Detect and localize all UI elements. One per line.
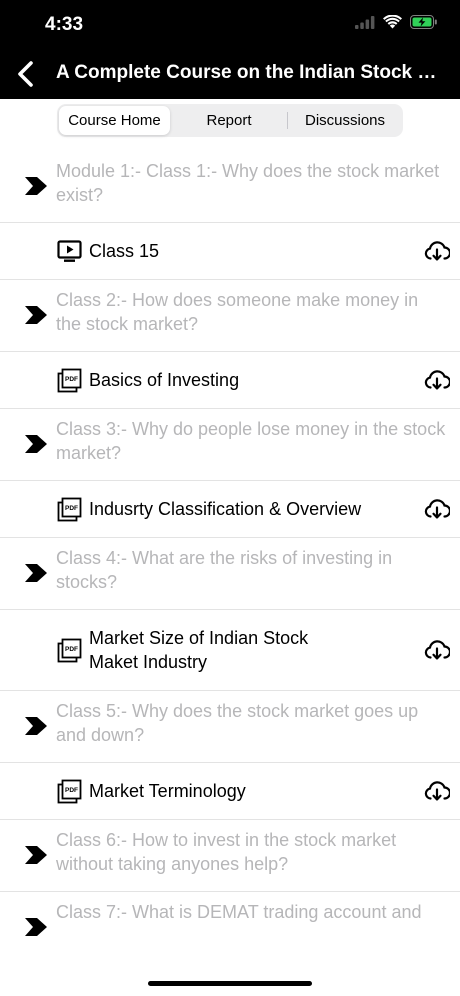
pdf-icon: PDF — [57, 779, 82, 803]
chevron-arrow-icon — [25, 846, 47, 864]
chevron-arrow-icon — [25, 564, 47, 582]
chevron-arrow-icon — [25, 306, 47, 324]
page-title: A Complete Course on the Indian Stock M.… — [56, 62, 446, 83]
svg-text:PDF: PDF — [65, 787, 78, 794]
battery-charging-icon — [410, 15, 437, 29]
lesson-item[interactable]: Class 15 — [0, 223, 460, 280]
download-cloud-icon[interactable] — [424, 780, 450, 802]
svg-text:PDF: PDF — [65, 646, 78, 653]
lesson-item[interactable]: PDF Indusrty Classification & Overview — [0, 481, 460, 538]
lesson-title: Market Size of Indian Stock Maket Indust… — [89, 628, 309, 672]
module-header[interactable]: Class 5:- Why does the stock market goes… — [0, 691, 460, 763]
module-title: Class 5:- Why does the stock market goes… — [56, 701, 419, 745]
lesson-item[interactable]: PDF Market Terminology — [0, 763, 460, 820]
svg-text:PDF: PDF — [65, 505, 78, 512]
chevron-arrow-icon — [25, 717, 47, 735]
tab-course-home[interactable]: Course Home — [59, 106, 170, 135]
segmented-control: Course Home Report Discussions — [57, 104, 403, 137]
module-header[interactable]: Class 2:- How does someone make money in… — [0, 280, 460, 352]
top-bar: 4:33 A Complete Course on the Indian Sto… — [0, 0, 460, 99]
wifi-icon — [383, 15, 402, 29]
module-header[interactable]: Class 3:- Why do people lose money in th… — [0, 409, 460, 481]
signal-icon — [355, 15, 375, 29]
download-cloud-icon[interactable] — [424, 498, 450, 520]
status-time: 4:33 — [45, 14, 84, 35]
module-title: Class 6:- How to invest in the stock mar… — [56, 830, 397, 874]
module-title: Class 3:- Why do people lose money in th… — [56, 419, 446, 463]
svg-text:PDF: PDF — [65, 376, 78, 383]
module-title: Module 1:- Class 1:- Why does the stock … — [56, 161, 440, 205]
lesson-title: Indusrty Classification & Overview — [89, 499, 362, 519]
module-header[interactable]: Class 4:- What are the risks of investin… — [0, 538, 460, 610]
lesson-title: Class 15 — [89, 241, 160, 261]
chevron-arrow-icon — [25, 918, 47, 936]
download-cloud-icon[interactable] — [424, 639, 450, 661]
module-header[interactable]: Module 1:- Class 1:- Why does the stock … — [0, 151, 460, 223]
pdf-icon: PDF — [57, 638, 82, 662]
lesson-title: Basics of Investing — [89, 370, 240, 390]
course-content-list: Module 1:- Class 1:- Why does the stock … — [0, 151, 460, 961]
download-cloud-icon[interactable] — [424, 369, 450, 391]
lesson-title: Market Terminology — [89, 781, 246, 801]
module-title: Class 4:- What are the risks of investin… — [56, 548, 393, 592]
tab-separator — [287, 112, 288, 129]
pdf-icon: PDF — [57, 368, 82, 392]
tab-discussions[interactable]: Discussions — [289, 106, 401, 135]
back-chevron-icon[interactable] — [12, 58, 40, 90]
lesson-item[interactable]: PDF Market Size of Indian Stock Maket Ind… — [0, 610, 460, 691]
lesson-item[interactable]: PDF Basics of Investing — [0, 352, 460, 409]
module-header[interactable]: Class 6:- How to invest in the stock mar… — [0, 820, 460, 892]
chevron-arrow-icon — [25, 435, 47, 453]
download-cloud-icon[interactable] — [424, 240, 450, 262]
pdf-icon: PDF — [57, 497, 82, 521]
module-title: Class 2:- How does someone make money in… — [56, 290, 419, 334]
module-title: Class 7:- What is DEMAT trading account … — [56, 902, 422, 922]
tab-report[interactable]: Report — [175, 106, 283, 135]
chevron-arrow-icon — [25, 177, 47, 195]
video-icon — [57, 239, 82, 262]
home-indicator — [148, 981, 312, 986]
module-header[interactable]: Class 7:- What is DEMAT trading account … — [0, 892, 460, 961]
status-icons — [355, 15, 438, 29]
